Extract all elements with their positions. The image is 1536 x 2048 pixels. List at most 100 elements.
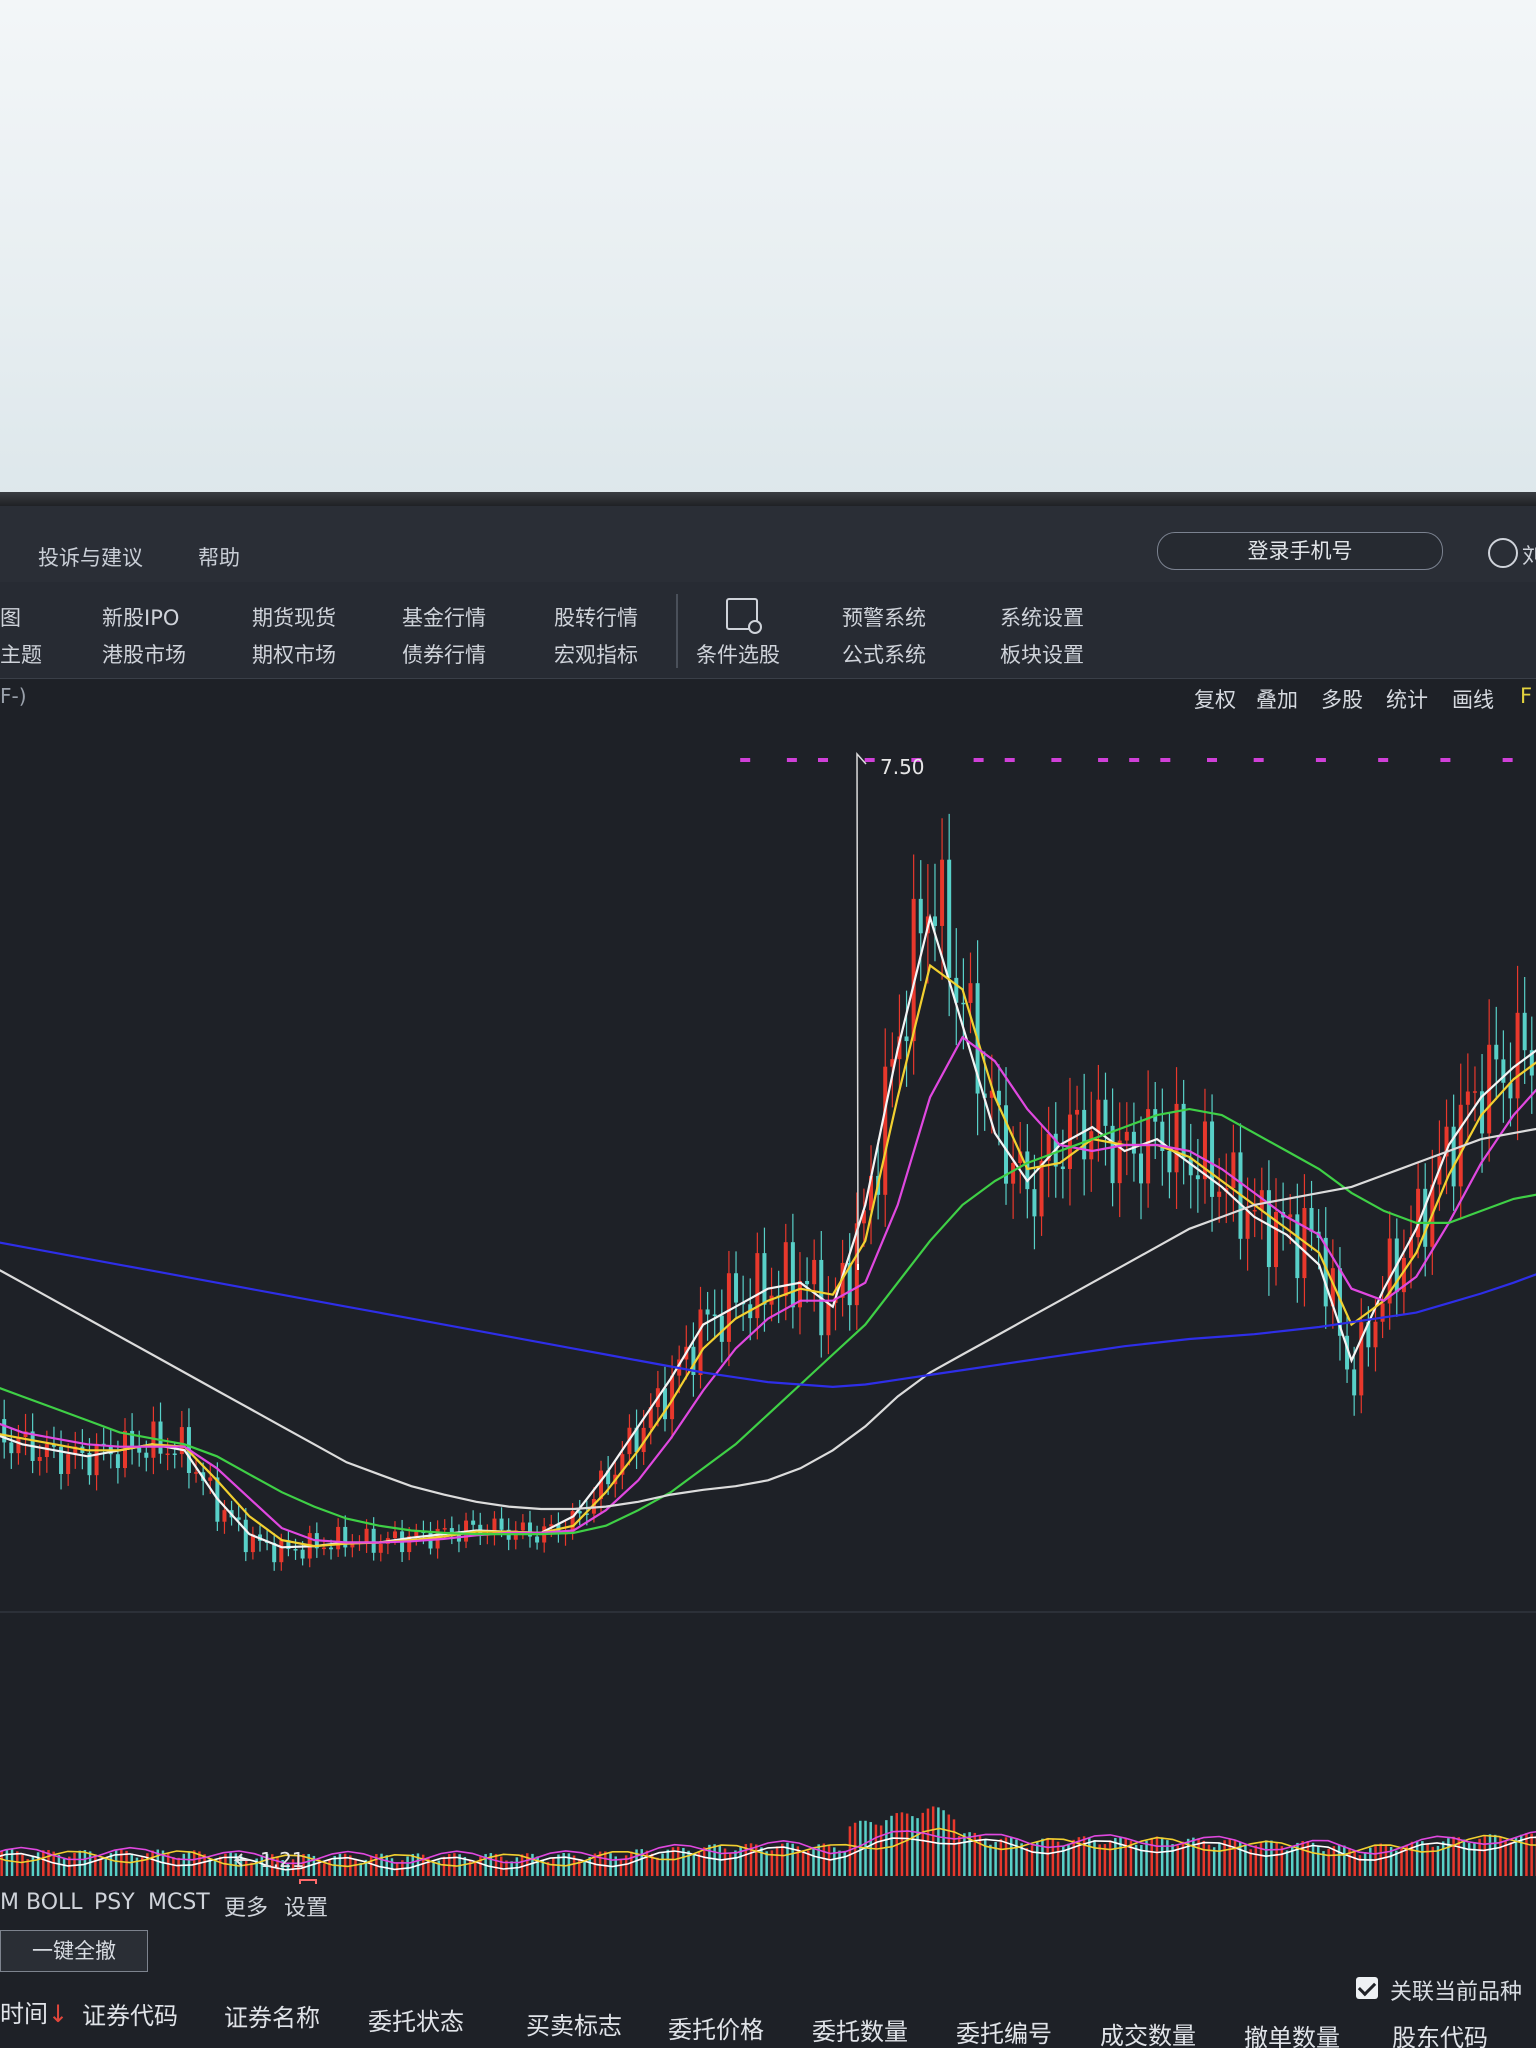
- sort-desc-icon[interactable]: ↓: [48, 2000, 68, 2028]
- col-security-code[interactable]: 证券代码: [82, 1996, 178, 2031]
- price-chart[interactable]: 跌财减 56789101112123456 7.50 1.21: [0, 718, 1536, 1884]
- volume-bar: [848, 1826, 852, 1876]
- volume-bar: [812, 1846, 815, 1876]
- signal-mark: [818, 758, 828, 762]
- volume-bar: [1280, 1846, 1284, 1876]
- statistics-button[interactable]: 统计: [1386, 684, 1428, 714]
- tool-ipo[interactable]: 新股IPO: [102, 602, 179, 632]
- col-shareholder-code[interactable]: 股东代码: [1392, 2018, 1488, 2048]
- col-time[interactable]: 时间↓: [0, 1994, 68, 2029]
- col-buy-sell-flag[interactable]: 买卖标志: [526, 2006, 622, 2041]
- volume-bar: [604, 1851, 607, 1876]
- volume-bar: [978, 1835, 982, 1876]
- candle-body: [94, 1443, 99, 1476]
- volume-bar: [905, 1813, 909, 1876]
- signal-mark: [1315, 758, 1326, 762]
- tool-chart[interactable]: 图: [0, 602, 21, 632]
- col-order-quantity[interactable]: 委托数量: [812, 2012, 908, 2047]
- candle-body: [1380, 1303, 1385, 1322]
- candle-body: [1494, 1044, 1499, 1060]
- volume-bar: [385, 1855, 389, 1876]
- menu-help[interactable]: 帮助: [198, 542, 240, 572]
- candle-body: [165, 1453, 170, 1455]
- col-filled-quantity[interactable]: 成交数量: [1100, 2016, 1196, 2048]
- tool-futures-spot[interactable]: 期货现货: [252, 602, 336, 632]
- adjust-rights-button[interactable]: 复权: [1194, 684, 1236, 714]
- volume-bar: [1421, 1841, 1424, 1876]
- low-price-label: 1.21: [260, 1848, 305, 1872]
- col-order-price[interactable]: 委托价格: [668, 2010, 764, 2045]
- tool-neeq-quotes[interactable]: 股转行情: [554, 602, 638, 632]
- tab-settings[interactable]: 设置: [284, 1890, 328, 1922]
- col-security-name[interactable]: 证券名称: [224, 1998, 320, 2033]
- draw-line-button[interactable]: 画线: [1452, 684, 1494, 714]
- candle-body: [1252, 1209, 1257, 1212]
- volume-bar: [640, 1849, 644, 1876]
- volume-bar: [328, 1859, 331, 1876]
- col-order-number[interactable]: 委托编号: [956, 2014, 1052, 2048]
- menu-complaints[interactable]: 投诉与建议: [38, 542, 143, 572]
- cancel-all-button[interactable]: 一键全撤: [0, 1930, 148, 1972]
- volume-bar: [1228, 1838, 1232, 1876]
- tool-sector-settings[interactable]: 板块设置: [1000, 639, 1084, 669]
- volume-bar: [1072, 1839, 1075, 1876]
- volume-bar: [1259, 1842, 1263, 1876]
- volume-bar: [1426, 1843, 1429, 1876]
- volume-bar: [494, 1853, 498, 1876]
- candle-body: [1245, 1210, 1250, 1239]
- tab-psy[interactable]: PSY: [94, 1890, 135, 1915]
- tool-alert-system[interactable]: 预警系统: [842, 602, 926, 632]
- tool-theme[interactable]: 主题: [0, 639, 42, 669]
- user-icon[interactable]: [1488, 538, 1518, 568]
- volume-bar: [1025, 1847, 1029, 1876]
- tool-bond-quotes[interactable]: 债券行情: [402, 639, 486, 669]
- candle-body: [1167, 1150, 1172, 1173]
- stock-screener-icon[interactable]: [726, 598, 762, 634]
- tab-mcst[interactable]: MCST: [148, 1890, 210, 1915]
- volume-bar: [411, 1854, 415, 1876]
- multi-stock-button[interactable]: 多股: [1321, 684, 1363, 714]
- volume-bar: [218, 1856, 222, 1876]
- tool-hk-market[interactable]: 港股市场: [102, 639, 186, 669]
- col-cancelled-quantity[interactable]: 撤单数量: [1244, 2018, 1340, 2048]
- tool-macro-indicators[interactable]: 宏观指标: [554, 639, 638, 669]
- candle-body: [932, 916, 937, 926]
- candle-body: [883, 1066, 888, 1195]
- candle-body: [37, 1457, 42, 1461]
- volume-bar: [1379, 1843, 1382, 1876]
- login-phone-button[interactable]: 登录手机号: [1157, 532, 1443, 570]
- volume-bar: [1358, 1855, 1362, 1876]
- function-key-label[interactable]: F: [1520, 684, 1532, 708]
- tool-stock-screener[interactable]: 条件选股: [696, 639, 780, 669]
- candle-body: [790, 1242, 795, 1308]
- candle-body: [378, 1543, 383, 1553]
- tool-options-market[interactable]: 期权市场: [252, 639, 336, 669]
- volume-bar: [947, 1814, 951, 1876]
- tab-more[interactable]: 更多: [224, 1890, 268, 1922]
- volume-bar: [578, 1858, 581, 1876]
- signal-mark: [740, 758, 751, 762]
- tab-boll[interactable]: BOLL: [26, 1890, 83, 1915]
- candle-body: [499, 1518, 504, 1530]
- volume-bar: [1343, 1845, 1346, 1876]
- tool-formula-system[interactable]: 公式系统: [842, 639, 926, 669]
- volume-bar: [151, 1850, 154, 1876]
- col-order-status[interactable]: 委托状态: [368, 2002, 464, 2037]
- tab-indicator-m[interactable]: M: [0, 1890, 19, 1915]
- volume-bar: [1337, 1844, 1341, 1876]
- signal-mark: [786, 758, 797, 762]
- user-label[interactable]: 刘: [1522, 540, 1536, 570]
- candle-body: [797, 1281, 802, 1308]
- tool-fund-quotes[interactable]: 基金行情: [402, 602, 486, 632]
- high-pointer: [856, 752, 867, 1265]
- trading-app-window: 投诉与建议 帮助 登录手机号 刘 图 新股IPO 期货现货 基金行情 股转行情 …: [0, 506, 1536, 2048]
- candle-body: [734, 1273, 739, 1303]
- volume-bar: [1275, 1842, 1278, 1876]
- tool-system-settings[interactable]: 系统设置: [1000, 602, 1084, 632]
- candle-body: [940, 859, 945, 926]
- volume-bar: [822, 1843, 826, 1876]
- volume-bar: [442, 1856, 446, 1876]
- volume-bar: [130, 1853, 134, 1876]
- overlay-button[interactable]: 叠加: [1256, 684, 1298, 714]
- volume-bar: [531, 1853, 534, 1876]
